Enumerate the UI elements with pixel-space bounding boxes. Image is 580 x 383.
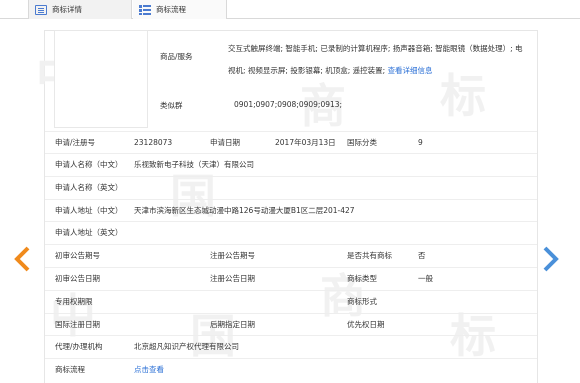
table-row: 国际注册日期 后期指定日期 优先权日期 — [45, 313, 537, 336]
chevron-right-icon — [543, 246, 559, 272]
field-value: 9 — [418, 138, 423, 147]
field-label: 申请/注册号 — [55, 138, 96, 147]
table-row: 申请人名称（中文） 乐视致新电子科技（天津）有限公司 — [45, 153, 537, 176]
field-label: 注册公告期号 — [210, 251, 255, 260]
field-label: 申请人名称（中文） — [55, 160, 123, 169]
tab-label: 商标详情 — [52, 5, 82, 14]
table-row: 商标流程 点击查看 — [45, 358, 537, 381]
field-label: 代理/办理机构 — [55, 342, 103, 351]
tab-label: 商标流程 — [156, 5, 186, 14]
goods-label: 商品/服务 — [160, 52, 193, 61]
field-label: 国际分类 — [347, 138, 377, 147]
tab-bar: 商标详情 商标流程 — [0, 0, 580, 19]
table-row: 初审公告期号 注册公告期号 是否共有商标 否 — [45, 244, 537, 267]
document-icon — [35, 4, 47, 15]
field-label: 初审公告期号 — [55, 251, 100, 260]
field-label: 初审公告日期 — [55, 274, 100, 283]
trademark-image[interactable] — [54, 30, 148, 128]
field-value: 乐视致新电子科技（天津）有限公司 — [134, 160, 254, 169]
table-row: 专用权期限 商标形式 — [45, 290, 537, 313]
flowchart-icon — [139, 4, 151, 15]
field-label: 国际注册日期 — [55, 320, 100, 329]
goods-services-text: 交互式触屏终端; 智能手机; 已录制的计算机程序; 扬声器音箱; 智能眼镜（数据… — [228, 38, 530, 82]
chevron-left-icon — [14, 246, 30, 272]
tab-trademark-process[interactable]: 商标流程 — [133, 0, 227, 19]
field-label: 申请人地址（英文） — [55, 228, 123, 237]
field-value: 北京超凡知识产权代理有限公司 — [134, 342, 239, 351]
field-label: 是否共有商标 — [347, 251, 392, 260]
field-label: 商标流程 — [55, 365, 85, 374]
table-row: 申请人地址（中文） 天津市滨海新区生态城动漫中路126号动漫大厦B1区二层201… — [45, 199, 537, 222]
table-row: 申请人地址（英文） — [45, 221, 537, 244]
field-value: 2017年03月13日 — [275, 138, 336, 147]
view-process-link[interactable]: 点击查看 — [134, 359, 164, 381]
goods-list: 交互式触屏终端; 智能手机; 已录制的计算机程序; 扬声器音箱; 智能眼镜（数据… — [228, 44, 523, 75]
field-label: 申请人地址（中文） — [55, 206, 123, 215]
field-label: 申请日期 — [210, 138, 240, 147]
table-row: 申请人名称（英文） — [45, 176, 537, 199]
field-value: 否 — [418, 251, 426, 260]
similar-group-value: 0901;0907;0908;0909;0913; — [234, 100, 343, 109]
field-label: 商标类型 — [347, 274, 377, 283]
field-label: 优先权日期 — [347, 320, 385, 329]
field-value: 23128073 — [134, 138, 173, 147]
field-value: 天津市滨海新区生态城动漫中路126号动漫大厦B1区二层201-427 — [134, 206, 355, 215]
prev-arrow-button[interactable] — [14, 246, 30, 272]
field-label: 后期指定日期 — [210, 320, 255, 329]
next-arrow-button[interactable] — [543, 246, 559, 272]
view-details-link[interactable]: 查看详细信息 — [388, 66, 433, 75]
field-label: 申请人名称（英文） — [55, 183, 123, 192]
table-row: 申请/注册号 23128073 申请日期 2017年03月13日 国际分类 9 — [45, 131, 537, 154]
similar-group-label: 类似群 — [160, 101, 183, 110]
field-label: 商标形式 — [347, 297, 377, 306]
tab-trademark-details[interactable]: 商标详情 — [28, 0, 132, 19]
table-row: 初审公告日期 注册公告日期 商标类型 一般 — [45, 267, 537, 290]
field-label: 注册公告日期 — [210, 274, 255, 283]
table-row: 代理/办理机构 北京超凡知识产权代理有限公司 — [45, 335, 537, 358]
field-label: 专用权期限 — [55, 297, 93, 306]
field-value: 一般 — [418, 274, 433, 283]
